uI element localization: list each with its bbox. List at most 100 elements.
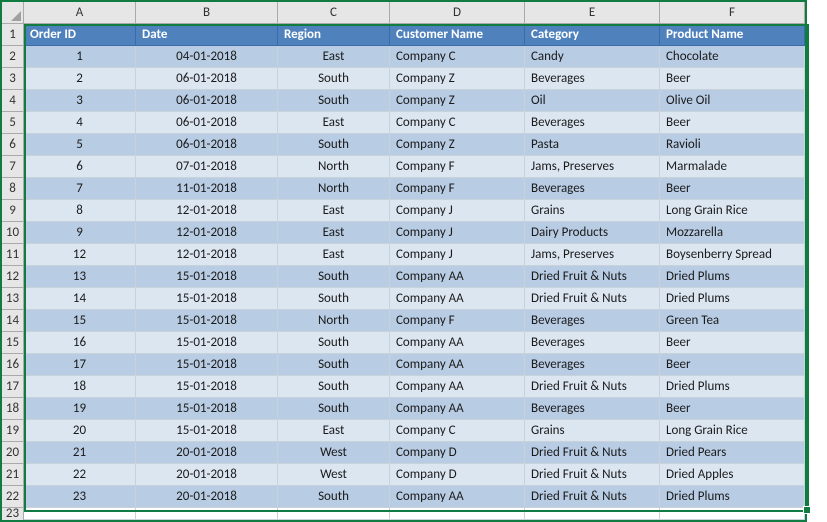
cell[interactable]: Olive Oil [660,90,805,112]
cell[interactable]: Dried Pears [660,442,805,464]
cell[interactable]: Beverages [525,112,660,134]
col-header-F[interactable]: F [660,2,805,24]
cell[interactable]: Company F [390,310,525,332]
cell[interactable]: 16 [24,332,136,354]
cell[interactable]: North [278,310,390,332]
row-header-22[interactable]: 22 [2,486,24,508]
cell[interactable]: Company AA [390,354,525,376]
header-date[interactable]: Date [136,24,278,46]
cell[interactable]: Company D [390,464,525,486]
cell[interactable]: Jams, Preserves [525,244,660,266]
cell[interactable]: North [278,156,390,178]
cell[interactable]: South [278,376,390,398]
header-customer-name[interactable]: Customer Name [390,24,525,46]
cell[interactable]: 14 [24,288,136,310]
cell[interactable]: East [278,112,390,134]
cell[interactable]: Ravioli [660,134,805,156]
cell[interactable]: 17 [24,354,136,376]
cell[interactable]: 20-01-2018 [136,464,278,486]
cell[interactable]: Chocolate [660,46,805,68]
header-order-id[interactable]: Order ID [24,24,136,46]
cell[interactable]: 12-01-2018 [136,244,278,266]
cell[interactable]: Company AA [390,376,525,398]
cell[interactable]: North [278,178,390,200]
cell[interactable]: 18 [24,376,136,398]
cell[interactable]: South [278,354,390,376]
cell[interactable]: Company D [390,442,525,464]
cell[interactable] [390,508,525,520]
row-header-8[interactable]: 8 [2,178,24,200]
spreadsheet[interactable]: A B C D E F 1 Order ID Date Region Custo… [0,0,807,522]
cell[interactable]: West [278,464,390,486]
cell[interactable]: South [278,288,390,310]
cell[interactable]: 7 [24,178,136,200]
row-header-3[interactable]: 3 [2,68,24,90]
select-all-corner[interactable] [2,2,24,24]
row-header-4[interactable]: 4 [2,90,24,112]
cell[interactable]: 15-01-2018 [136,354,278,376]
cell[interactable]: Long Grain Rice [660,420,805,442]
cell[interactable]: 15-01-2018 [136,310,278,332]
cell[interactable]: East [278,200,390,222]
cell[interactable]: Marmalade [660,156,805,178]
cell[interactable]: 07-01-2018 [136,156,278,178]
cell[interactable]: Beer [660,68,805,90]
cell[interactable]: 15-01-2018 [136,332,278,354]
cell[interactable]: 20 [24,420,136,442]
cell[interactable]: Dried Plums [660,376,805,398]
row-header-23[interactable]: 23 [2,508,24,520]
cell[interactable]: East [278,46,390,68]
row-header-18[interactable]: 18 [2,398,24,420]
row-header-17[interactable]: 17 [2,376,24,398]
row-header-14[interactable]: 14 [2,310,24,332]
cell[interactable]: Company F [390,178,525,200]
cell[interactable]: Company F [390,156,525,178]
cell[interactable]: 15-01-2018 [136,288,278,310]
row-header-1[interactable]: 1 [2,24,24,46]
cell[interactable]: 3 [24,90,136,112]
cell[interactable]: 12 [24,244,136,266]
cell[interactable]: 19 [24,398,136,420]
cell[interactable]: 4 [24,112,136,134]
cell[interactable]: Beer [660,354,805,376]
cell[interactable]: Dried Fruit & Nuts [525,266,660,288]
cell[interactable]: Oil [525,90,660,112]
cell[interactable]: Company AA [390,266,525,288]
cell[interactable]: West [278,442,390,464]
cell[interactable]: Candy [525,46,660,68]
row-header-13[interactable]: 13 [2,288,24,310]
cell[interactable]: Jams, Preserves [525,156,660,178]
cell[interactable]: Company AA [390,486,525,508]
cell[interactable]: 6 [24,156,136,178]
row-header-12[interactable]: 12 [2,266,24,288]
cell[interactable] [136,508,278,520]
col-header-B[interactable]: B [136,2,278,24]
cell[interactable]: 8 [24,200,136,222]
cell[interactable]: Beverages [525,354,660,376]
cell[interactable] [660,508,805,520]
cell[interactable]: Company AA [390,332,525,354]
cell[interactable]: Company Z [390,90,525,112]
cell[interactable]: Beer [660,112,805,134]
cell[interactable]: Company C [390,420,525,442]
cell[interactable]: 20-01-2018 [136,442,278,464]
cell[interactable]: 23 [24,486,136,508]
cell[interactable]: Company Z [390,68,525,90]
cell[interactable]: South [278,486,390,508]
row-header-6[interactable]: 6 [2,134,24,156]
cell[interactable]: Company AA [390,288,525,310]
row-header-20[interactable]: 20 [2,442,24,464]
cell[interactable]: Company J [390,244,525,266]
cell[interactable]: Beverages [525,68,660,90]
cell[interactable]: 06-01-2018 [136,134,278,156]
cell[interactable] [24,508,136,520]
cell[interactable]: Company J [390,200,525,222]
cell[interactable]: South [278,332,390,354]
col-header-E[interactable]: E [525,2,660,24]
cell[interactable] [278,508,390,520]
row-header-11[interactable]: 11 [2,244,24,266]
cell[interactable]: 15-01-2018 [136,398,278,420]
cell[interactable]: 2 [24,68,136,90]
cell[interactable]: Beer [660,332,805,354]
cell[interactable]: Green Tea [660,310,805,332]
